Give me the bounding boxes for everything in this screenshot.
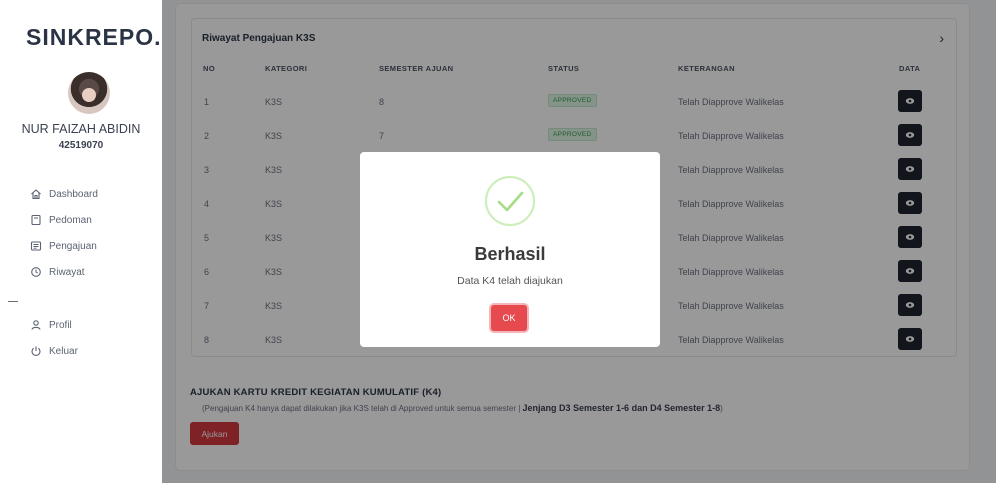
user-icon <box>30 319 42 331</box>
sidebar-nav: Dashboard Pedoman Pengajuan Riwayat <box>30 181 98 285</box>
power-icon <box>30 345 42 357</box>
avatar <box>68 72 110 114</box>
history-icon <box>30 266 42 278</box>
user-name: NUR FAIZAH ABIDIN <box>21 122 141 136</box>
book-icon <box>30 214 42 226</box>
success-dialog: Berhasil Data K4 telah diajukan OK <box>360 152 660 347</box>
sidebar-item-dashboard[interactable]: Dashboard <box>30 181 98 207</box>
sidebar-item-keluar[interactable]: Keluar <box>30 338 78 364</box>
sidebar-nav-secondary: Profil Keluar <box>30 312 78 364</box>
list-icon <box>30 240 42 252</box>
sidebar-item-label: Riwayat <box>49 266 85 278</box>
sidebar-item-label: Dashboard <box>49 188 98 200</box>
sidebar-item-riwayat[interactable]: Riwayat <box>30 259 98 285</box>
ok-button[interactable]: OK <box>491 305 527 331</box>
sidebar-item-pengajuan[interactable]: Pengajuan <box>30 233 98 259</box>
sidebar-item-profil[interactable]: Profil <box>30 312 78 338</box>
user-nim: 42519070 <box>58 140 104 151</box>
home-icon <box>30 188 42 200</box>
sidebar-item-label: Keluar <box>49 345 78 357</box>
dialog-title: Berhasil <box>474 244 546 264</box>
brand-logo[interactable]: SINKREPO. <box>26 24 162 51</box>
sidebar-item-pedoman[interactable]: Pedoman <box>30 207 98 233</box>
sidebar-item-label: Pedoman <box>49 214 92 226</box>
sidebar-item-label: Profil <box>49 319 72 331</box>
divider <box>8 301 18 302</box>
sidebar-item-label: Pengajuan <box>49 240 97 252</box>
success-check-icon <box>484 175 536 227</box>
dialog-message: Data K4 telah diajukan <box>457 275 563 287</box>
sidebar: SINKREPO. NUR FAIZAH ABIDIN 42519070 Das… <box>0 0 162 483</box>
